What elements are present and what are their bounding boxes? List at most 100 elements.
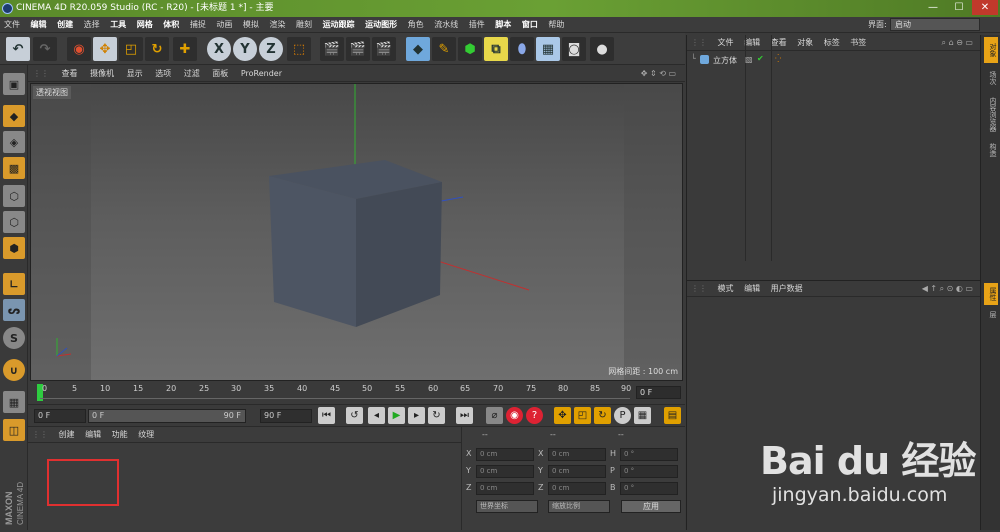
snapping-icon[interactable]: ∪ xyxy=(3,359,25,381)
prev-frame-icon[interactable]: ◂ xyxy=(368,407,385,424)
coord-pos-x-field[interactable]: 0 cm xyxy=(476,448,534,461)
render-view-icon[interactable]: 🎬 xyxy=(320,37,344,61)
coord-pos-z-field[interactable]: 0 cm xyxy=(476,482,534,495)
texture-mode-icon[interactable]: ◈ xyxy=(3,131,25,153)
menu-volume[interactable]: 体积 xyxy=(159,17,183,33)
coord-rot-b-field[interactable]: 0 ° xyxy=(620,482,678,495)
coord-pos-y-field[interactable]: 0 cm xyxy=(476,465,534,478)
object-row-cube[interactable]: └ 立方体 ▧ ✔ ⁛ xyxy=(687,35,981,261)
timeline[interactable]: 0 5 10 15 20 25 30 35 40 45 50 55 60 65 … xyxy=(28,381,685,405)
workplane-mode-icon[interactable]: ▩ xyxy=(3,157,25,179)
object-menu-objects[interactable]: 对象 xyxy=(793,35,817,51)
object-menu-tags[interactable]: 标签 xyxy=(820,35,844,51)
camera-icon[interactable]: ◙ xyxy=(562,37,586,61)
render-picture-viewer-icon[interactable]: 🎬 xyxy=(346,37,370,61)
close-button[interactable]: ✕ xyxy=(972,0,998,15)
menu-pipeline[interactable]: 流水线 xyxy=(430,17,462,33)
z-axis-button[interactable]: Z xyxy=(259,37,283,61)
menu-mograph[interactable]: 运动图形 xyxy=(361,17,401,33)
keyframe-selection-icon[interactable]: ? xyxy=(526,407,543,424)
phong-tag-icon[interactable]: ⁛ xyxy=(775,54,781,63)
goto-start-icon[interactable]: ⏮ xyxy=(318,407,335,424)
attribute-nav-icons[interactable]: ◀ ↑ ⌕ ⊙ ◐ ▭ xyxy=(918,281,977,297)
record-active-icon[interactable]: ⌀ xyxy=(486,407,503,424)
object-name[interactable]: 立方体 xyxy=(713,55,737,66)
viewport-menu-camera[interactable]: 摄像机 xyxy=(85,65,119,82)
key-scale-icon[interactable]: ◰ xyxy=(574,407,591,424)
timeline-window-icon[interactable]: ▤ xyxy=(664,407,681,424)
visibility-check-icon[interactable]: ✔ xyxy=(757,54,764,63)
autokey-icon[interactable]: ◉ xyxy=(506,407,523,424)
material-menu-edit[interactable]: 编辑 xyxy=(81,427,105,443)
viewport-menu-view[interactable]: 查看 xyxy=(57,65,83,82)
material-menu-create[interactable]: 创建 xyxy=(55,427,79,443)
key-pla-icon[interactable]: ▦ xyxy=(634,407,651,424)
minimize-button[interactable]: — xyxy=(920,0,946,15)
next-key-icon[interactable]: ↻ xyxy=(428,407,445,424)
key-position-icon[interactable]: ✥ xyxy=(554,407,571,424)
menu-animate[interactable]: 动画 xyxy=(212,17,236,33)
menu-character[interactable]: 角色 xyxy=(404,17,428,33)
render-settings-icon[interactable]: 🎬 xyxy=(372,37,396,61)
material-menu-texture[interactable]: 纹理 xyxy=(134,427,158,443)
move-icon[interactable]: ✥ xyxy=(93,37,117,61)
transform-icon[interactable]: ✚ xyxy=(173,37,197,61)
frame-range-slider[interactable]: 0 F 90 F xyxy=(88,409,246,423)
object-menu-edit[interactable]: 编辑 xyxy=(740,35,764,51)
solo-icon[interactable]: S xyxy=(3,327,25,349)
viewport-menu-panel[interactable]: 面板 xyxy=(207,65,233,82)
material-menu-function[interactable]: 功能 xyxy=(108,427,132,443)
tab-objects[interactable]: 对象 xyxy=(984,37,998,63)
menu-simulate[interactable]: 模拟 xyxy=(239,17,263,33)
redo-button[interactable]: ↷ xyxy=(33,37,57,61)
coord-rot-p-field[interactable]: 0 ° xyxy=(620,465,678,478)
menu-mesh[interactable]: 网格 xyxy=(133,17,157,33)
pen-spline-icon[interactable]: ✎ xyxy=(432,37,456,61)
viewport-menu-options[interactable]: 选项 xyxy=(150,65,176,82)
object-search-icons[interactable]: ⌕ ⌂ ⊖ ▭ xyxy=(938,35,977,51)
key-rotation-icon[interactable]: ↻ xyxy=(594,407,611,424)
tweak-mode-icon[interactable]: ᔕ xyxy=(3,299,25,321)
attribute-menu-edit[interactable]: 编辑 xyxy=(740,281,764,297)
menu-create[interactable]: 创建 xyxy=(53,17,77,33)
edge-mode-icon[interactable]: ⬡ xyxy=(3,211,25,233)
apply-button[interactable]: 应用 xyxy=(621,500,681,513)
attribute-menu-mode[interactable]: 模式 xyxy=(714,281,738,297)
menu-snap[interactable]: 捕捉 xyxy=(186,17,210,33)
coord-size-y-field[interactable]: 0 cm xyxy=(548,465,606,478)
menu-help[interactable]: 帮助 xyxy=(544,17,568,33)
coord-size-z-field[interactable]: 0 cm xyxy=(548,482,606,495)
light-icon[interactable]: ● xyxy=(590,37,614,61)
menu-window[interactable]: 窗口 xyxy=(518,17,542,33)
menu-select[interactable]: 选择 xyxy=(80,17,104,33)
tab-takes[interactable]: 场次 xyxy=(984,67,998,89)
viewport-nav-icons[interactable]: ✥ ⇕ ⟲ ▭ xyxy=(636,65,681,82)
menu-file[interactable]: 文件 xyxy=(0,17,24,33)
viewport-menu-prorender[interactable]: ProRender xyxy=(236,65,287,82)
end-frame-field[interactable]: 90 F xyxy=(260,409,312,423)
maximize-button[interactable]: ☐ xyxy=(946,0,972,15)
menu-edit[interactable]: 编辑 xyxy=(27,17,51,33)
coord-rot-h-field[interactable]: 0 ° xyxy=(620,448,678,461)
attribute-menu-userdata[interactable]: 用户数据 xyxy=(767,281,807,297)
y-axis-button[interactable]: Y xyxy=(233,37,257,61)
cube-object-icon[interactable]: ◆ xyxy=(406,37,430,61)
perspective-viewport[interactable]: 透视视图 网格间距 : 100 cm xyxy=(30,83,683,381)
menu-script[interactable]: 脚本 xyxy=(491,17,515,33)
point-mode-icon[interactable]: ⬡ xyxy=(3,185,25,207)
deformer-icon[interactable]: ⬮ xyxy=(510,37,534,61)
tab-structure[interactable]: 构造 xyxy=(984,139,998,161)
layer-icon[interactable]: ▧ xyxy=(745,55,753,64)
make-editable-icon[interactable]: ▣ xyxy=(3,73,25,95)
menu-plugins[interactable]: 插件 xyxy=(465,17,489,33)
prev-key-icon[interactable]: ↺ xyxy=(346,407,363,424)
key-param-icon[interactable]: P xyxy=(614,407,631,424)
x-axis-button[interactable]: X xyxy=(207,37,231,61)
tab-layers[interactable]: 层 xyxy=(984,307,998,321)
object-menu-bookmarks[interactable]: 书签 xyxy=(846,35,870,51)
coord-mode-world-select[interactable]: 世界坐标 xyxy=(476,500,538,513)
play-icon[interactable]: ▶ xyxy=(388,407,405,424)
cube-front-face[interactable] xyxy=(269,176,356,327)
floor-icon[interactable]: ▦ xyxy=(536,37,560,61)
tab-attributes[interactable]: 属性 xyxy=(984,283,998,305)
